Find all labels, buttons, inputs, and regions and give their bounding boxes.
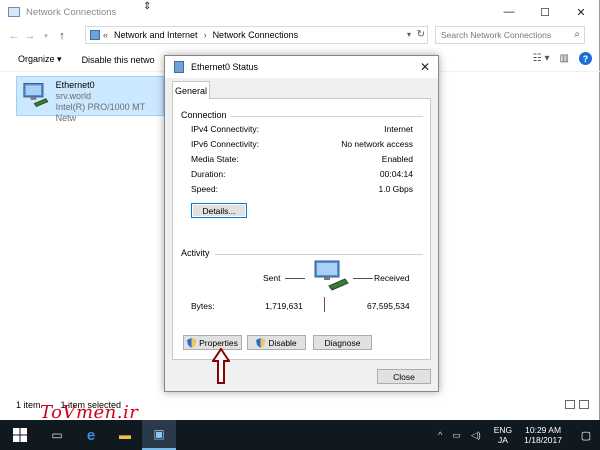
uac-shield-icon: [187, 337, 197, 348]
close-button[interactable]: Close: [377, 369, 431, 384]
connection-name: Ethernet0: [55, 80, 95, 90]
refresh-icon[interactable]: ↻: [417, 29, 425, 40]
windows-logo-icon: [13, 428, 27, 442]
network-status-icon: [174, 61, 184, 73]
back-arrow-icon[interactable]: ←: [6, 30, 22, 42]
received-line: [353, 278, 373, 279]
mouse-cursor-icon: ⇕: [143, 1, 152, 12]
media-state-row: Media State: Enabled: [191, 154, 413, 164]
forward-arrow-icon[interactable]: →: [22, 30, 38, 42]
minimize-icon[interactable]: —: [491, 0, 527, 24]
edge-browser-icon[interactable]: e: [74, 420, 108, 450]
view-toggle: [565, 400, 589, 409]
sent-label: Sent: [263, 273, 281, 283]
breadcrumb-network-connections[interactable]: Network Connections: [213, 30, 299, 40]
breadcrumb-overflow[interactable]: «: [103, 30, 108, 40]
search-input[interactable]: Search Network Connections ⌕: [435, 26, 585, 44]
details-view-icon[interactable]: [565, 400, 575, 409]
window-title: Network Connections: [26, 6, 117, 18]
action-center-icon[interactable]: ▢: [572, 429, 600, 442]
duration-row: Duration: 00:04:14: [191, 169, 413, 179]
received-label: Received: [374, 273, 410, 283]
system-tray: ^ ▭ ◁) ENG JA 10:29 AM 1/18/2017 ▢: [433, 420, 600, 450]
help-icon[interactable]: ?: [579, 52, 592, 65]
breadcrumb-separator-icon: ›: [203, 30, 207, 40]
recent-dropdown-icon[interactable]: ▾: [38, 32, 54, 40]
address-dropdown-icon[interactable]: ▾: [407, 30, 411, 39]
tray-overflow-icon[interactable]: ^: [438, 430, 442, 440]
dialog-title: Ethernet0 Status: [191, 62, 259, 72]
view-options-icon[interactable]: ☷ ▾: [533, 53, 550, 64]
search-placeholder: Search Network Connections: [441, 30, 552, 40]
disable-button[interactable]: Disable: [247, 335, 306, 350]
clock[interactable]: 10:29 AM 1/18/2017: [524, 425, 562, 445]
search-icon[interactable]: ⌕: [574, 29, 580, 40]
connection-group-label: Connection: [181, 110, 227, 120]
bytes-label: Bytes:: [191, 301, 215, 311]
close-icon[interactable]: ✕: [563, 0, 599, 24]
dialog-titlebar: Ethernet0 Status: [165, 56, 438, 78]
tab-general[interactable]: General: [172, 81, 210, 99]
ethernet0-connection-item[interactable]: Ethernet0 srv.world Intel(R) PRO/1000 MT…: [16, 76, 164, 123]
ipv4-row: IPv4 Connectivity: Internet: [191, 124, 413, 134]
activity-divider: [215, 254, 423, 255]
connection-network: srv.world: [55, 91, 91, 101]
task-view-icon[interactable]: ▭: [40, 420, 74, 450]
network-folder-icon: [8, 7, 20, 17]
file-explorer-icon[interactable]: ▬: [108, 420, 142, 450]
address-bar[interactable]: « Network and Internet › Network Connect…: [85, 26, 428, 44]
uac-shield-icon: [256, 337, 266, 348]
general-panel: Connection IPv4 Connectivity: Internet IP…: [172, 98, 431, 360]
details-button[interactable]: Details...: [191, 203, 247, 218]
network-adapter-icon: [23, 83, 49, 108]
activity-group-label: Activity: [181, 248, 210, 258]
diagnose-button[interactable]: Diagnose: [313, 335, 372, 350]
organize-button[interactable]: Organize ▾: [18, 54, 62, 65]
input-language[interactable]: ENG JA: [494, 425, 512, 445]
speed-row: Speed: 1.0 Gbps: [191, 184, 413, 194]
disable-network-button[interactable]: Disable this netwo: [82, 55, 155, 65]
item-count: 1 item: [16, 400, 41, 410]
ethernet-status-dialog: Ethernet0 Status ✕ General Connection IP…: [164, 55, 439, 392]
volume-icon[interactable]: ◁): [471, 430, 481, 441]
window-controls: — ☐ ✕: [491, 0, 599, 24]
network-tray-icon[interactable]: ▭: [452, 430, 461, 441]
sent-line: [285, 278, 305, 279]
ipv6-row: IPv6 Connectivity: No network access: [191, 139, 413, 149]
control-panel-icon: [90, 30, 100, 40]
bytes-sent-value: 1,719,631: [265, 301, 303, 311]
connection-divider: [231, 116, 423, 117]
network-activity-icon: [314, 260, 349, 291]
up-arrow-icon[interactable]: ↑: [54, 30, 70, 42]
dialog-close-icon[interactable]: ✕: [420, 60, 430, 74]
bytes-received-value: 67,595,534: [367, 301, 410, 311]
breadcrumb-network-and-internet[interactable]: Network and Internet: [114, 30, 198, 40]
taskbar: ▭ e ▬ ▣ ^ ▭ ◁) ENG JA 10:29 AM 1/18/2017…: [0, 420, 600, 450]
maximize-icon[interactable]: ☐: [527, 0, 563, 24]
large-icons-view-icon[interactable]: [579, 400, 589, 409]
network-connections-taskbar-icon[interactable]: ▣: [142, 420, 176, 450]
connection-adapter: Intel(R) PRO/1000 MT Netw: [55, 102, 146, 123]
bytes-divider: [324, 297, 325, 312]
annotation-arrow-icon: [212, 348, 230, 384]
start-button[interactable]: [0, 420, 40, 450]
preview-pane-icon[interactable]: ▥: [560, 53, 569, 64]
